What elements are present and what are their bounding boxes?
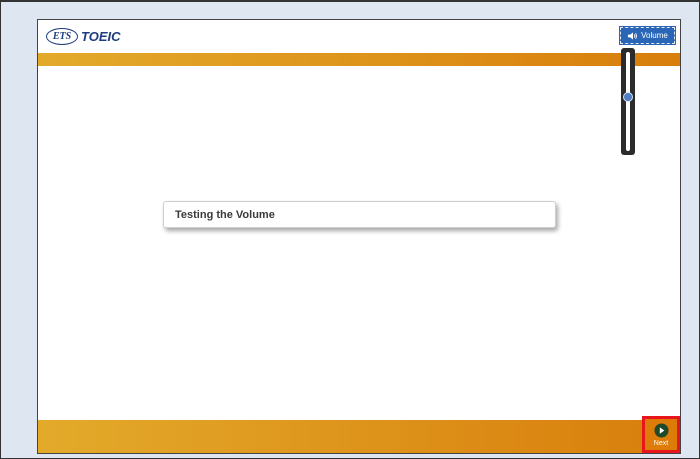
ets-logo-mark: ETS (46, 27, 78, 45)
speaker-icon (628, 31, 638, 40)
header: ETS TOEIC Volume (38, 20, 680, 53)
ets-toeic-logo: ETS TOEIC (46, 25, 121, 47)
volume-button[interactable]: Volume (619, 26, 676, 45)
volume-slider-knob[interactable] (623, 92, 633, 102)
play-circle-icon (653, 422, 669, 438)
test-screen: ETS TOEIC Volume Testing the Volume Next (37, 19, 681, 454)
bottom-accent-bar (38, 420, 680, 453)
volume-button-label: Volume (641, 31, 668, 40)
volume-slider[interactable] (621, 48, 635, 155)
toeic-logo-text: TOEIC (81, 28, 121, 44)
next-button[interactable]: Next (642, 416, 680, 453)
top-accent-bar (38, 53, 680, 66)
next-button-label: Next (653, 439, 669, 447)
screen-title-box: Testing the Volume (163, 201, 556, 228)
screen-title: Testing the Volume (175, 208, 275, 221)
